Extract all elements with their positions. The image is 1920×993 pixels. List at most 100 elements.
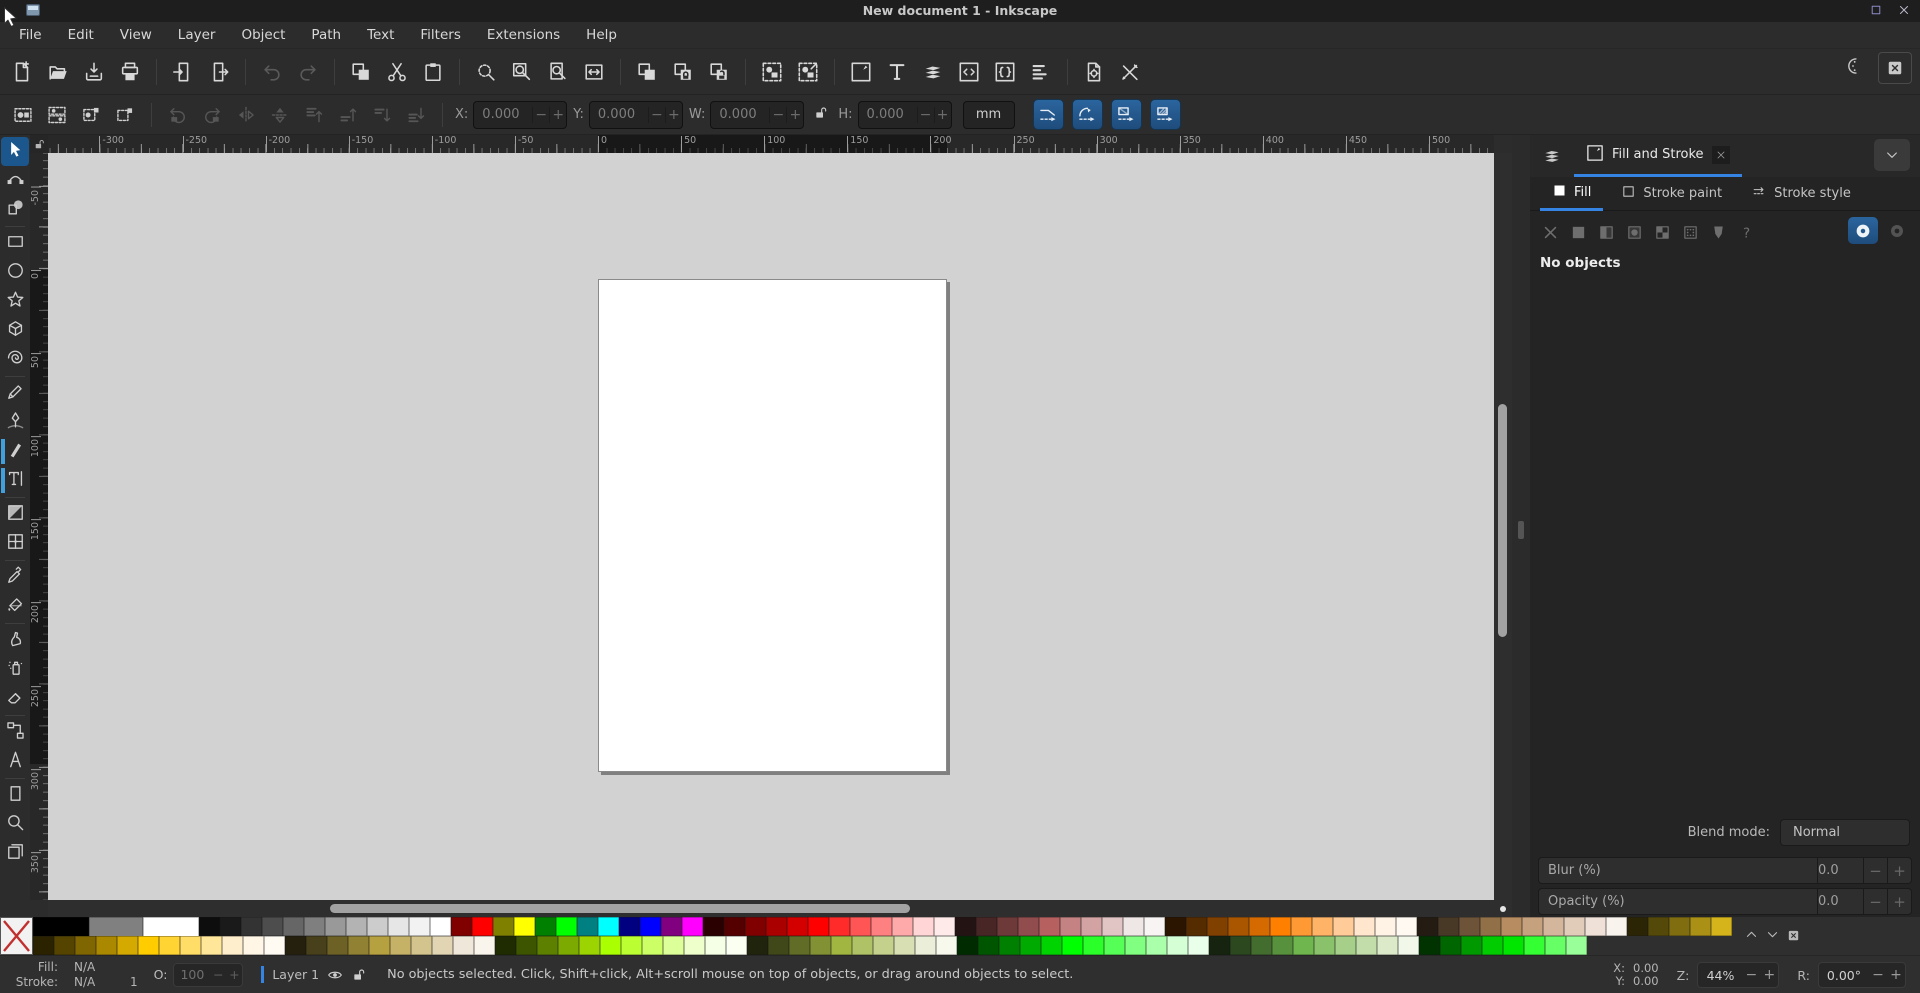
palette-swatch[interactable] [1335, 936, 1356, 955]
rotate-cw-button[interactable] [197, 100, 227, 130]
palette-swatch[interactable] [789, 936, 810, 955]
palette-swatch[interactable] [640, 917, 661, 936]
palette-swatch[interactable] [430, 917, 451, 936]
palette-swatch[interactable] [1272, 936, 1293, 955]
palette-swatch[interactable] [1062, 936, 1083, 955]
subtab-stroke-style[interactable]: Stroke style [1740, 177, 1863, 211]
palette-swatch[interactable] [1566, 936, 1587, 955]
rotation-increment[interactable]: + [1887, 967, 1905, 983]
horizontal-scrollbar[interactable] [48, 900, 1494, 917]
dock-resize-grip[interactable] [1518, 521, 1524, 539]
palette-swatch[interactable] [684, 936, 705, 955]
object-properties-button[interactable] [987, 54, 1023, 90]
no-paint-button[interactable] [1536, 219, 1564, 245]
palette-swatch[interactable] [1627, 917, 1648, 936]
palette-swatch[interactable] [1209, 936, 1230, 955]
close-button[interactable] [1897, 3, 1913, 19]
palette-swatch[interactable] [1291, 917, 1312, 936]
tool-star[interactable] [1, 287, 29, 316]
palette-swatch[interactable] [724, 917, 745, 936]
toggle-scale-stroke-button[interactable] [1032, 99, 1064, 130]
tool-eraser[interactable] [1, 684, 29, 713]
flip-horizontal-button[interactable] [231, 100, 261, 130]
swatch-button[interactable] [1704, 219, 1732, 245]
palette-swatch[interactable] [346, 917, 367, 936]
palette-swatch[interactable] [388, 917, 409, 936]
palette-swatch[interactable] [1396, 917, 1417, 936]
palette-swatch[interactable] [621, 936, 642, 955]
palette-swatch[interactable] [1711, 917, 1732, 936]
palette-swatch[interactable] [159, 936, 180, 955]
palette-swatch[interactable] [598, 917, 619, 936]
tool-spiral[interactable] [1, 345, 29, 374]
palette-swatch[interactable] [558, 936, 579, 955]
blend-mode-select[interactable]: Normal [1780, 819, 1910, 846]
palette-swatch[interactable] [850, 917, 871, 936]
opacity-slider[interactable]: Opacity (%) [1538, 888, 1818, 915]
current-layer-label[interactable]: Layer 1 [272, 967, 319, 982]
import-button[interactable] [165, 54, 201, 90]
palette-swatch[interactable] [726, 936, 747, 955]
palette-swatch[interactable] [852, 936, 873, 955]
tab-close-icon[interactable] [1711, 145, 1730, 164]
tool-mesh[interactable] [1, 529, 29, 558]
subtab-fill[interactable]: Fill [1540, 177, 1604, 211]
palette-swatch[interactable] [241, 917, 262, 936]
palette-swatch[interactable] [348, 936, 369, 955]
zoom-drawing-button[interactable] [504, 54, 540, 90]
palette-swatch[interactable] [1144, 917, 1165, 936]
x-input[interactable]: 0.000− + [473, 100, 568, 129]
palette-swatch[interactable] [1020, 936, 1041, 955]
palette-swatch[interactable] [1543, 917, 1564, 936]
palette-swatch[interactable] [1041, 936, 1062, 955]
palette-swatch[interactable] [661, 917, 682, 936]
raise-button[interactable] [333, 100, 363, 130]
palette-swatch[interactable] [915, 936, 936, 955]
palette-swatch[interactable] [934, 917, 955, 936]
fill-stroke-indicator[interactable]: Fill: N/A Stroke: N/A 1 [14, 960, 138, 989]
palette-swatch[interactable] [682, 917, 703, 936]
palette-swatch[interactable] [180, 936, 201, 955]
w-input[interactable]: 0.000− + [710, 100, 805, 129]
tool-ellipse[interactable] [1, 258, 29, 287]
duplicate-button[interactable] [629, 54, 665, 90]
palette-swatch[interactable] [705, 936, 726, 955]
layers-dock-tab[interactable] [1530, 136, 1574, 176]
palette-swatch[interactable] [285, 936, 306, 955]
tool-box3d[interactable] [1, 316, 29, 345]
tool-pen[interactable] [1, 408, 29, 437]
open-document-button[interactable] [40, 54, 76, 90]
palette-swatch[interactable] [367, 917, 388, 936]
select-box-button[interactable] [110, 100, 140, 130]
palette-swatch[interactable] [1251, 936, 1272, 955]
palette-swatch[interactable] [1522, 917, 1543, 936]
palette-swatch[interactable] [535, 917, 556, 936]
no-color-swatch[interactable] [0, 917, 33, 955]
palette-swatch[interactable] [222, 936, 243, 955]
document-page[interactable] [598, 279, 947, 772]
ungroup-objects-button[interactable] [790, 54, 826, 90]
blur-value[interactable]: 0.0 [1818, 857, 1864, 884]
y-decrement[interactable]: − [647, 106, 665, 123]
palette-swatch[interactable] [1230, 936, 1251, 955]
palette-swatch[interactable] [1417, 917, 1438, 936]
vertical-scrollbar[interactable] [1494, 153, 1512, 900]
palette-swatch[interactable] [955, 917, 976, 936]
layers-dialog-button[interactable] [915, 54, 951, 90]
preferences-button[interactable] [1112, 54, 1148, 90]
palette-swatch[interactable] [1146, 936, 1167, 955]
fillrule-nonzero-button[interactable] [1848, 217, 1878, 244]
undo-button[interactable] [254, 54, 290, 90]
palette-swatch[interactable] [432, 936, 453, 955]
palette-swatch[interactable] [936, 936, 957, 955]
h-increment[interactable]: + [933, 106, 951, 123]
opacity-spinner[interactable]: 100 − + [173, 962, 244, 987]
palette-swatch[interactable] [1669, 917, 1690, 936]
palette-swatch[interactable] [642, 936, 663, 955]
toggle-move-patterns-button[interactable] [1149, 99, 1181, 130]
zoom-decrement[interactable]: − [1742, 967, 1760, 983]
raise-top-button[interactable] [299, 100, 329, 130]
x-decrement[interactable]: − [532, 106, 549, 123]
w-decrement[interactable]: − [769, 106, 786, 123]
palette-swatch[interactable] [1419, 936, 1440, 955]
